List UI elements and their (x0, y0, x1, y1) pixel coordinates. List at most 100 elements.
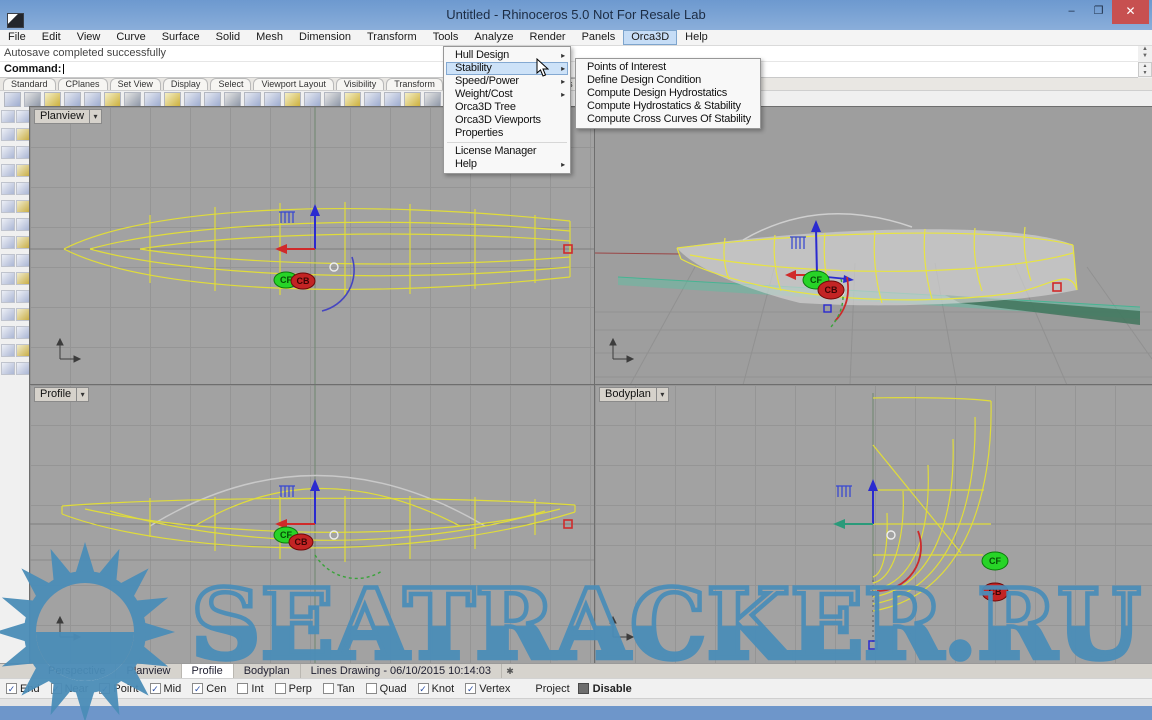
osnap-toggle-knot[interactable]: ✓Knot (418, 683, 455, 695)
tool-icon[interactable] (16, 110, 30, 123)
tool-icon[interactable] (16, 182, 30, 195)
toolbar-icon[interactable] (44, 92, 61, 107)
tool-icon[interactable] (16, 344, 30, 357)
toolbar-icon[interactable] (384, 92, 401, 107)
osnap-toggle-tan[interactable]: Tan (323, 683, 355, 695)
menu-item-edit[interactable]: Edit (34, 30, 69, 45)
menu-item-surface[interactable]: Surface (154, 30, 208, 45)
tool-icon[interactable] (1, 344, 15, 357)
tool-icon[interactable] (16, 290, 30, 303)
tool-icon[interactable] (1, 110, 15, 123)
toolbar-icon[interactable] (84, 92, 101, 107)
menu-item-help[interactable]: Help (677, 30, 716, 45)
toolbar-icon[interactable] (164, 92, 181, 107)
tool-icon[interactable] (16, 326, 30, 339)
toolbar-tab-set-view[interactable]: Set View (110, 78, 161, 90)
viewport-tab-lines-drawing[interactable]: Lines Drawing - 06/10/2015 10:14:03 (301, 664, 502, 678)
toolbar-icon[interactable] (244, 92, 261, 107)
submenu-item-compute-design-hydrostatics[interactable]: Compute Design Hydrostatics (578, 87, 758, 100)
toolbar-icon[interactable] (264, 92, 281, 107)
toolbar-icon[interactable] (4, 92, 21, 107)
tool-icon[interactable] (16, 164, 30, 177)
tool-icon[interactable] (1, 164, 15, 177)
submenu-item-compute-cross-curves[interactable]: Compute Cross Curves Of Stability (578, 113, 758, 126)
minimize-button[interactable]: – (1058, 0, 1085, 24)
osnap-toggle-point[interactable]: ✓Point (99, 683, 138, 695)
checkbox[interactable]: ✓ (6, 683, 17, 694)
tool-icon[interactable] (1, 182, 15, 195)
tool-icon[interactable] (1, 308, 15, 321)
checkbox[interactable]: ✓ (192, 683, 203, 694)
menu-item-license-manager[interactable]: License Manager (446, 145, 568, 158)
viewport-dropdown-icon[interactable]: ▾ (657, 387, 669, 402)
osnap-disable-label[interactable]: Disable (593, 683, 632, 695)
submenu-item-define-design-condition[interactable]: Define Design Condition (578, 74, 758, 87)
viewport-tab-profile[interactable]: Profile (182, 664, 234, 678)
viewport-dropdown-icon[interactable]: ▾ (77, 387, 89, 402)
viewport-label-bodyplan[interactable]: Bodyplan (599, 387, 657, 402)
viewport-tab-perspective[interactable]: Perspective (38, 664, 116, 678)
history-scrollbar[interactable]: ▲ ▼ (1138, 46, 1152, 61)
toolbar-tab-cplanes[interactable]: CPlanes (58, 78, 108, 90)
menu-item-speed-power[interactable]: Speed/Power▸ (446, 75, 568, 88)
osnap-toggle-int[interactable]: Int (237, 683, 263, 695)
submenu-item-compute-hydrostatics-stability[interactable]: Compute Hydrostatics & Stability (578, 100, 758, 113)
viewport-label-planview[interactable]: Planview (34, 109, 90, 124)
scroll-down-icon[interactable]: ▼ (1138, 53, 1152, 60)
scroll-up-icon[interactable]: ▲ (1138, 46, 1152, 53)
tool-icon[interactable] (1, 128, 15, 141)
toolbar-icon[interactable] (184, 92, 201, 107)
toolbar-icon[interactable] (224, 92, 241, 107)
close-button[interactable]: ✕ (1112, 0, 1149, 24)
tool-icon[interactable] (1, 290, 15, 303)
viewport-profile[interactable]: Profile ▾ (30, 385, 595, 663)
menu-item-stability[interactable]: Stability▸ (446, 62, 568, 75)
tool-icon[interactable] (16, 218, 30, 231)
toolbar-icon[interactable] (24, 92, 41, 107)
toolbar-icon[interactable] (284, 92, 301, 107)
tool-icon[interactable] (1, 236, 15, 249)
toolbar-icon[interactable] (104, 92, 121, 107)
viewport-dropdown-icon[interactable]: ▾ (90, 109, 102, 124)
tool-icon[interactable] (16, 362, 30, 375)
disable-checkbox[interactable] (578, 683, 589, 694)
menu-item-dimension[interactable]: Dimension (291, 30, 359, 45)
checkbox[interactable]: ✓ (418, 683, 429, 694)
checkbox[interactable]: ✓ (150, 683, 161, 694)
spin-up-icon[interactable]: ▲ (1139, 63, 1151, 70)
toolbar-tab-visibility[interactable]: Visibility (336, 78, 384, 90)
tool-icon[interactable] (1, 326, 15, 339)
menu-item-curve[interactable]: Curve (108, 30, 153, 45)
command-spinner[interactable]: ▲ ▼ (1138, 62, 1152, 77)
checkbox[interactable]: ✓ (51, 683, 62, 694)
menu-item-tools[interactable]: Tools (425, 30, 467, 45)
viewport-label-profile[interactable]: Profile (34, 387, 77, 402)
osnap-toggle-vertex[interactable]: ✓Vertex (465, 683, 510, 695)
menu-item-render[interactable]: Render (522, 30, 574, 45)
toolbar-icon[interactable] (424, 92, 441, 107)
tool-icon[interactable] (1, 146, 15, 159)
osnap-toggle-mid[interactable]: ✓Mid (150, 683, 182, 695)
toolbar-icon[interactable] (324, 92, 341, 107)
toolbar-icon[interactable] (404, 92, 421, 107)
toolbar-tab-select[interactable]: Select (210, 78, 251, 90)
osnap-toggle-near[interactable]: ✓Near (51, 683, 89, 695)
menu-item-panels[interactable]: Panels (574, 30, 624, 45)
menu-item-mesh[interactable]: Mesh (248, 30, 291, 45)
checkbox[interactable] (323, 683, 334, 694)
tool-icon[interactable] (16, 200, 30, 213)
toolbar-icon[interactable] (144, 92, 161, 107)
toolbar-tab-standard[interactable]: Standard (3, 78, 56, 90)
toolbar-tab-transform[interactable]: Transform (386, 78, 443, 90)
menu-item-weight-cost[interactable]: Weight/Cost▸ (446, 88, 568, 101)
toolbar-tab-display[interactable]: Display (163, 78, 209, 90)
viewport-tab-bodyplan[interactable]: Bodyplan (234, 664, 301, 678)
toolbar-icon[interactable] (344, 92, 361, 107)
viewport-tabs-menu-icon[interactable]: ✱ (502, 664, 518, 678)
tool-icon[interactable] (1, 272, 15, 285)
menu-item-orca3d-tree[interactable]: Orca3D Tree (446, 101, 568, 114)
menu-item-hull-design[interactable]: Hull Design▸ (446, 49, 568, 62)
menu-item-help[interactable]: Help▸ (446, 158, 568, 171)
osnap-toggle-quad[interactable]: Quad (366, 683, 407, 695)
viewport-tab-planview[interactable]: Planview (116, 664, 181, 678)
